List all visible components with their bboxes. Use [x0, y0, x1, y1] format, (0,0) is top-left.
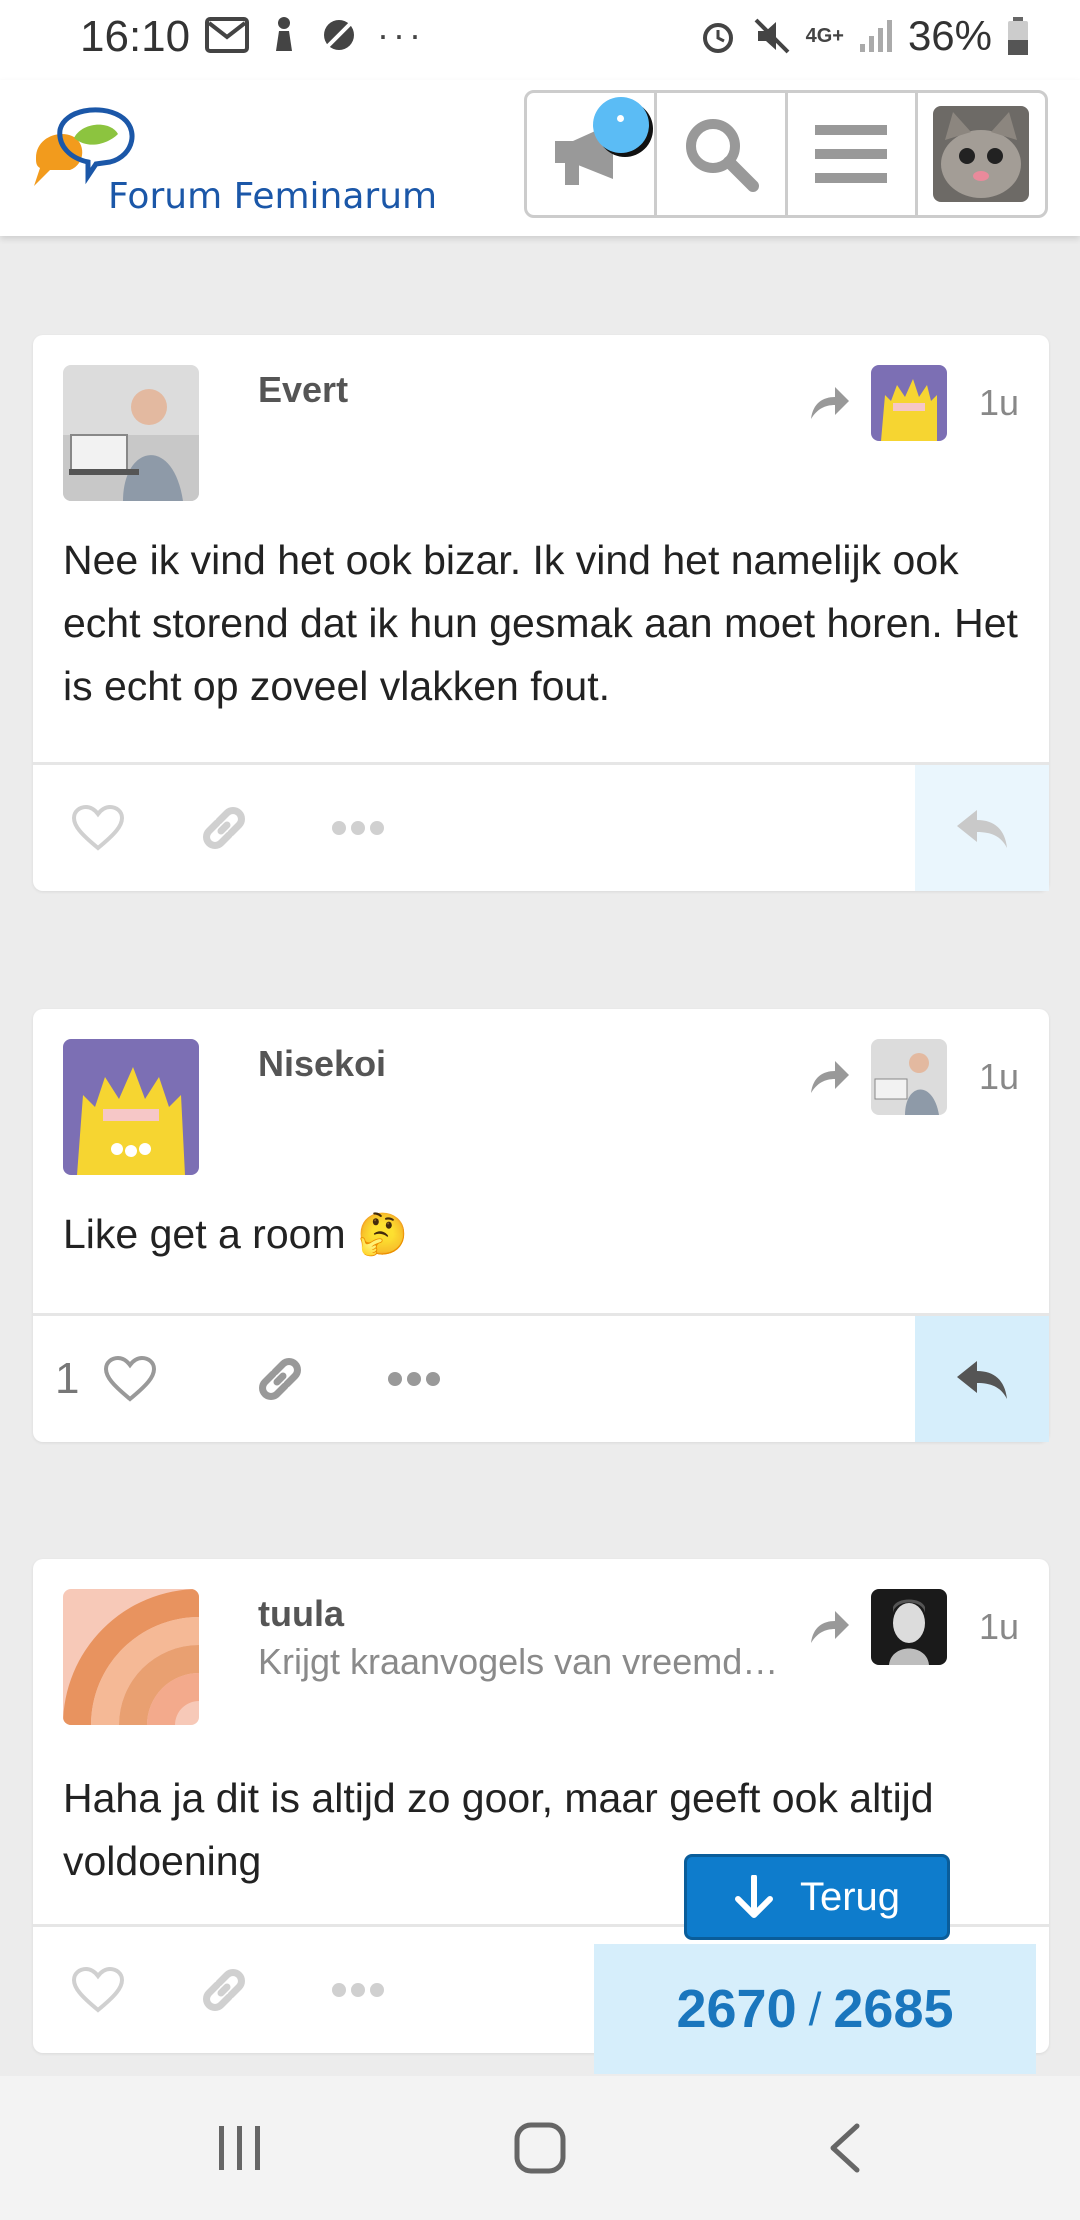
reply-to-info[interactable]: 1u: [809, 365, 1019, 441]
back-chevron-icon: [830, 2123, 860, 2173]
more-notifications-icon: ···: [377, 14, 425, 55]
more-options-button[interactable]: [387, 1316, 441, 1442]
status-left-icons: ···: [205, 14, 425, 56]
post-actions: [33, 762, 1049, 891]
like-button[interactable]: [71, 1927, 125, 2053]
topic-progress[interactable]: 2670 / 2685: [594, 1944, 1036, 2074]
battery-percent: 36%: [907, 12, 992, 59]
post-time: 1u: [978, 1606, 1019, 1647]
site-header: Forum Feminarum: [0, 80, 1080, 236]
progress-total: 2685: [833, 1979, 954, 2039]
avatar[interactable]: [63, 1589, 199, 1725]
post-body: Like get a room 🤔: [63, 1211, 409, 1257]
reply-icon: [957, 810, 1007, 848]
avatar[interactable]: [63, 365, 199, 501]
reply-to-info[interactable]: 1u: [809, 1589, 1019, 1665]
system-navigation-bar: [0, 2076, 1080, 2220]
post-actions: 1: [33, 1313, 1049, 1442]
heart-icon: [71, 1966, 125, 2013]
reply-arrow-icon: [810, 1611, 849, 1643]
share-link-button[interactable]: [197, 1927, 251, 2053]
reply-arrow-icon: [810, 1061, 849, 1093]
battery-icon: [1008, 17, 1028, 55]
heart-icon: [71, 804, 125, 851]
logo-text: Forum Feminarum: [108, 176, 438, 217]
reply-to-avatar: [870, 365, 947, 441]
home-button[interactable]: [510, 2118, 570, 2178]
network-type: 4G+: [805, 24, 844, 47]
arrow-down-icon: [734, 1875, 773, 1918]
hamburger-menu-icon: [815, 125, 888, 183]
user-title: Krijgt kraanvogels van vreemd…: [258, 1641, 779, 1682]
reply-icon: [957, 1361, 1007, 1399]
notification-badge: [593, 97, 649, 153]
gmail-icon: [205, 17, 249, 53]
avatar-tuula-image: [63, 1589, 199, 1725]
post-username[interactable]: Evert: [258, 369, 348, 411]
ellipsis-icon: [332, 821, 384, 835]
share-link-button[interactable]: [197, 765, 251, 891]
status-time: 16:10: [80, 12, 191, 61]
avatar-nisekoi-small: [870, 365, 947, 441]
post-evert: Evert 1u Nee ik vind het ook bizar. Ik v…: [33, 335, 1049, 891]
back-button[interactable]: [814, 2118, 874, 2178]
post-time: 1u: [978, 1056, 1019, 1097]
more-options-button[interactable]: [331, 1927, 385, 2053]
reply-to-info[interactable]: 1u: [809, 1039, 1019, 1115]
like-count: 1: [55, 1354, 80, 1403]
mute-icon: [754, 18, 789, 54]
alarm-icon: [702, 23, 733, 53]
forum-logo[interactable]: Forum Feminarum: [30, 100, 437, 220]
link-icon: [203, 807, 245, 849]
avatar-nisekoi-image: [63, 1039, 199, 1175]
home-icon: [514, 2122, 566, 2174]
ellipsis-icon: [388, 1372, 440, 1386]
status-bar: 16:10 ··· 4G+ 36%: [0, 0, 1080, 80]
link-icon: [259, 1358, 301, 1400]
chess-icon: [276, 17, 292, 51]
avatar[interactable]: [63, 1039, 199, 1175]
post-body: Nee ik vind het ook bizar. Ik vind het n…: [63, 537, 1018, 709]
recent-apps-icon: [219, 2126, 260, 2170]
link-icon: [203, 1969, 245, 2011]
post-username[interactable]: Nisekoi: [258, 1043, 386, 1085]
user-avatar-cat: [933, 106, 1030, 202]
more-options-button[interactable]: [331, 765, 385, 891]
like-button[interactable]: [71, 765, 125, 891]
jump-back-label: Terug: [799, 1874, 901, 1919]
jump-back-button[interactable]: Terug: [684, 1854, 950, 1940]
reply-button[interactable]: [915, 1316, 1049, 1442]
avatar-bw-portrait-small: [870, 1589, 947, 1665]
reply-to-avatar: [870, 1039, 947, 1115]
share-link-button[interactable]: [253, 1316, 307, 1442]
search-button[interactable]: [657, 93, 788, 215]
reply-button[interactable]: [915, 765, 1049, 891]
post-time: 1u: [978, 382, 1019, 423]
search-icon: [685, 119, 759, 192]
avatar-evert-small: [870, 1039, 947, 1115]
like-button[interactable]: 1: [55, 1316, 157, 1442]
progress-current: 2670: [676, 1979, 797, 2039]
menu-button[interactable]: [788, 93, 918, 215]
user-menu-button[interactable]: [918, 93, 1045, 215]
ellipsis-icon: [332, 1983, 384, 1997]
no-sync-icon: [323, 19, 355, 51]
recent-apps-button[interactable]: [210, 2118, 270, 2178]
notifications-button[interactable]: [527, 93, 658, 215]
reply-to-avatar: [870, 1589, 947, 1665]
status-right-icons: 4G+ 36%: [698, 12, 1030, 60]
avatar-evert-image: [63, 365, 199, 501]
heart-icon: [104, 1355, 157, 1402]
signal-icon: [859, 20, 892, 52]
reply-arrow-icon: [810, 387, 849, 419]
progress-separator: /: [808, 1983, 822, 2035]
post-username[interactable]: tuula: [258, 1593, 344, 1635]
header-toolbar: [524, 90, 1048, 218]
post-nisekoi: Nisekoi 1u Like get a room 🤔 1: [33, 1009, 1049, 1442]
